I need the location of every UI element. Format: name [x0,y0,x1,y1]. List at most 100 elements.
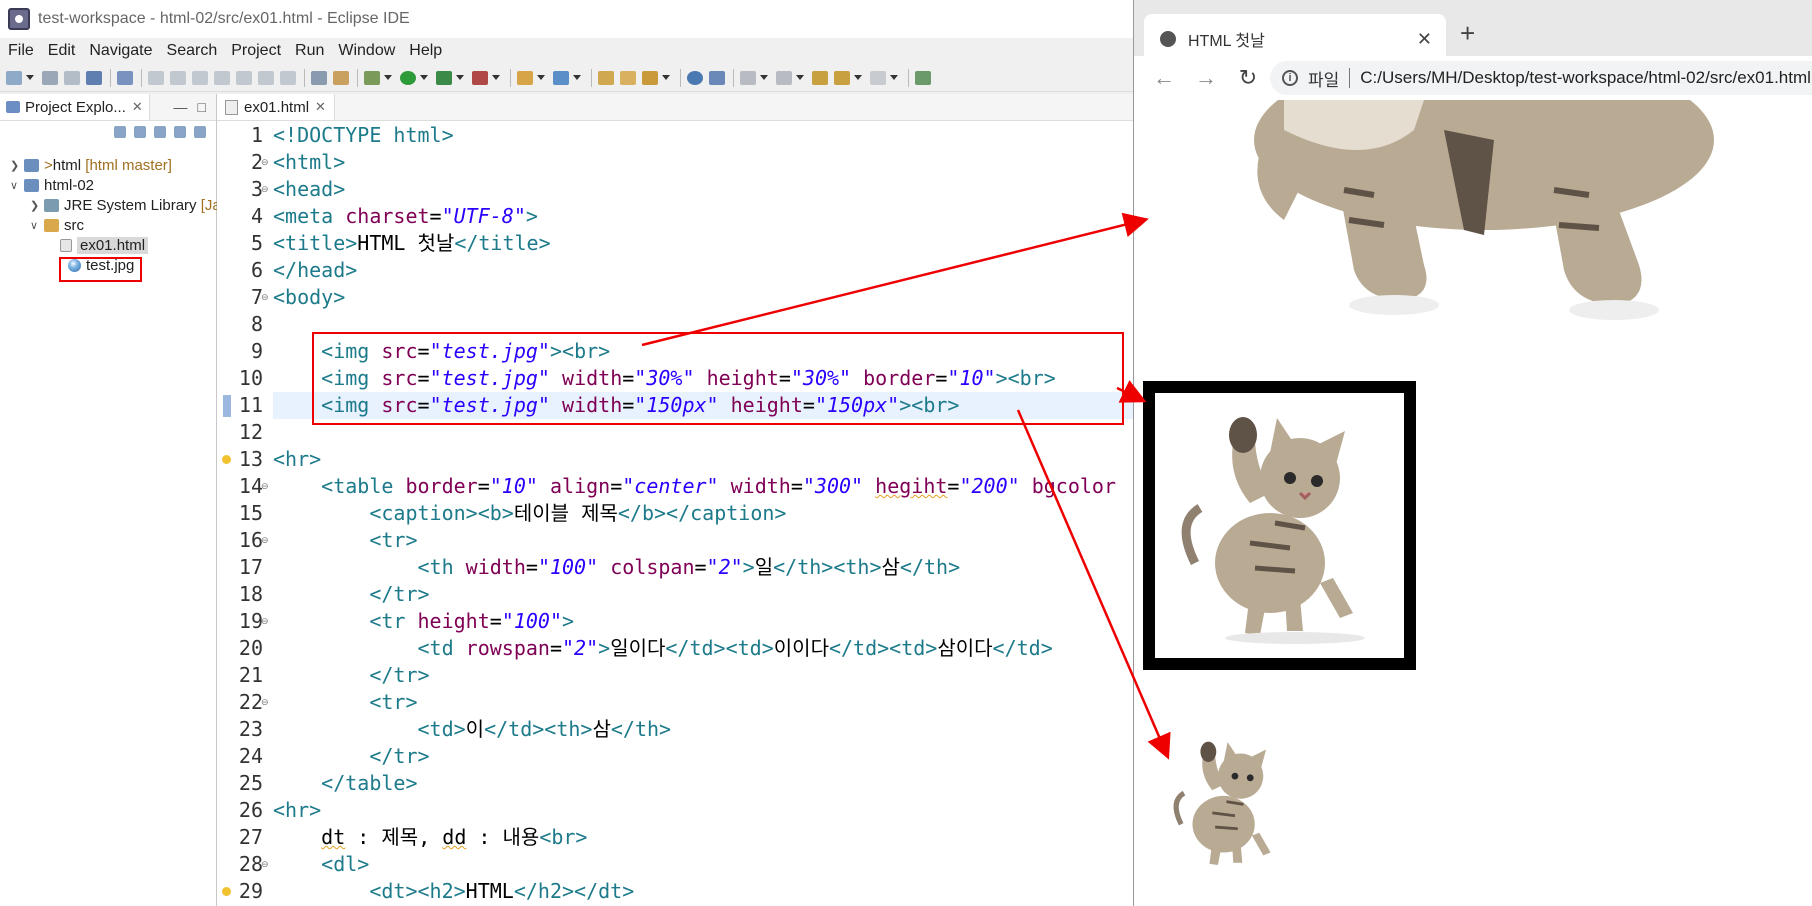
word-wrap-icon[interactable] [333,70,349,85]
url-scheme-label: 파일 [1308,70,1340,90]
open-perspective-icon[interactable] [915,70,931,85]
new-java-project-icon[interactable] [517,70,533,85]
chevron-down-icon[interactable]: ∨ [30,219,44,232]
fold-icon[interactable]: ⊖ [261,149,269,176]
menu-search[interactable]: Search [167,42,218,60]
back-dropdown-icon[interactable] [854,75,862,80]
fold-icon[interactable]: ⊖ [261,689,269,716]
external-tools-icon[interactable] [472,70,488,85]
new-project-dropdown-icon[interactable] [537,75,545,80]
suspend-icon[interactable] [170,70,186,85]
toggle-block-icon[interactable] [311,70,327,85]
reload-button[interactable]: ↻ [1236,65,1260,91]
run-dropdown-icon[interactable] [420,75,428,80]
close-icon[interactable]: ✕ [315,99,326,115]
code-line: <!DOCTYPE html> [273,123,454,147]
filter-icon[interactable] [154,126,166,138]
new-icon[interactable] [6,70,22,85]
next-annotation-dropdown-icon[interactable] [760,75,768,80]
line-number: 19 [238,609,263,633]
previous-annotation-dropdown-icon[interactable] [796,75,804,80]
chevron-down-icon[interactable]: ∨ [10,179,24,192]
url-text[interactable]: C:/Users/MH/Desktop/test-workspace/html-… [1360,68,1811,88]
back-button[interactable]: ← [1152,65,1176,91]
menu-window[interactable]: Window [338,42,395,60]
previous-annotation-icon[interactable] [776,70,792,85]
back-icon[interactable] [834,70,850,85]
tree-item-html-02[interactable]: ∨ html-02 [10,174,94,196]
skip-breakpoints-icon[interactable] [117,70,133,85]
toolbar-separator [304,68,305,87]
new-dropdown-icon[interactable] [26,75,34,80]
tree-item-html[interactable]: ❯ > html [html master] [10,154,172,176]
menu-run[interactable]: Run [295,42,324,60]
menu-file[interactable]: File [8,42,34,60]
view-menu-icon[interactable] [194,126,206,138]
new-tab-button[interactable]: + [1460,18,1475,49]
new-class-dropdown-icon[interactable] [573,75,581,80]
code-area[interactable]: <!DOCTYPE html> <html> <head> <meta char… [273,122,1133,906]
step-into-icon[interactable] [236,70,252,85]
debug-icon[interactable] [364,70,380,85]
forward-button[interactable]: → [1194,65,1218,91]
external-tools-dropdown-icon[interactable] [492,75,500,80]
link-with-editor-icon[interactable] [134,126,146,138]
fold-icon[interactable]: ⊖ [261,176,269,203]
step-return-icon[interactable] [280,70,296,85]
save-all-icon[interactable] [64,70,80,85]
chevron-right-icon[interactable]: ❯ [10,159,24,172]
menu-edit[interactable]: Edit [48,42,76,60]
resume-icon[interactable] [148,70,164,85]
forward-icon[interactable] [870,70,886,85]
fold-icon[interactable]: ⊖ [261,851,269,878]
coverage-icon[interactable] [436,70,452,85]
address-bar[interactable]: i 파일 C:/Users/MH/Desktop/test-workspace/… [1270,61,1812,95]
fold-icon[interactable]: ⊖ [261,284,269,311]
menu-project[interactable]: Project [231,42,281,60]
open-web-browser-icon[interactable] [687,70,703,85]
search-icon[interactable] [642,70,658,85]
tab-project-explorer[interactable]: Project Explo... ✕ [0,94,150,120]
open-type-icon[interactable] [598,70,614,85]
next-annotation-icon[interactable] [740,70,756,85]
menu-help[interactable]: Help [409,42,442,60]
fold-icon[interactable]: ⊖ [261,527,269,554]
tab-ex01-html[interactable]: ex01.html ✕ [217,94,335,120]
toolbar-separator [908,68,909,87]
menu-navigate[interactable]: Navigate [89,42,152,60]
terminal-icon[interactable] [86,70,102,85]
fold-icon[interactable]: ⊖ [261,608,269,635]
close-tab-icon[interactable]: ✕ [1417,29,1432,50]
line-number: 17 [238,555,263,579]
disconnect-icon[interactable] [214,70,230,85]
open-task-icon[interactable] [620,70,636,85]
highlight-box [59,257,142,282]
forward-dropdown-icon[interactable] [890,75,898,80]
step-over-icon[interactable] [258,70,274,85]
browser-tab-strip: HTML 첫날 ✕ + [1134,0,1812,64]
annotation-icon[interactable] [709,70,725,85]
terminate-icon[interactable] [192,70,208,85]
run-icon[interactable] [400,70,416,85]
tree-item-src[interactable]: ∨ src [30,214,84,236]
warning-icon[interactable] [222,455,231,464]
search-dropdown-icon[interactable] [662,75,670,80]
tree-item-jre[interactable]: ❯ JRE System Library [Ja [30,194,221,216]
coverage-dropdown-icon[interactable] [456,75,464,80]
close-icon[interactable]: ✕ [132,99,143,115]
last-edit-location-icon[interactable] [812,70,828,85]
focus-icon[interactable] [174,126,186,138]
save-icon[interactable] [42,70,58,85]
debug-dropdown-icon[interactable] [384,75,392,80]
collapse-all-icon[interactable] [114,126,126,138]
info-icon[interactable]: i [1282,70,1298,86]
chevron-right-icon[interactable]: ❯ [30,199,44,212]
code-line: <tr height="100"> [369,609,575,633]
maximize-icon[interactable]: □ [198,99,206,115]
code-line: </tr> [369,663,430,687]
new-class-icon[interactable] [553,70,569,85]
fold-icon[interactable]: ⊖ [261,473,269,500]
code-line: <html> [273,150,346,174]
minimize-icon[interactable]: — [174,99,188,115]
tree-item-ex01-html[interactable]: ex01.html [60,234,149,256]
